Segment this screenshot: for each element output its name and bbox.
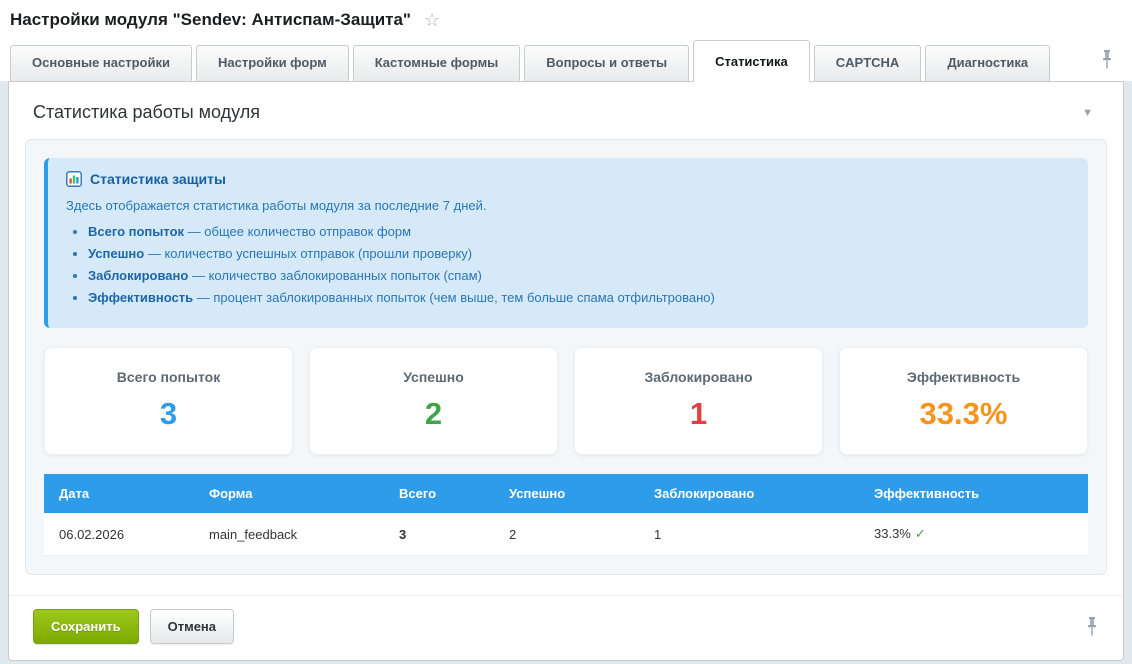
collapse-arrow-icon[interactable]: ▼	[1082, 107, 1099, 119]
pin-tabs-icon[interactable]	[1100, 49, 1122, 71]
bullet-success: Успешно — количество успешных отправок (…	[88, 246, 1070, 261]
info-box-title: Статистика защиты	[90, 171, 226, 187]
cell-total: 3	[384, 513, 494, 556]
check-icon: ✓	[915, 526, 926, 541]
card-total-attempts: Всего попыток 3	[44, 347, 293, 455]
form-body: Статистика работы модуля ▼ Статистика за…	[9, 82, 1123, 595]
bullet-efficiency: Эффективность — процент заблокированных …	[88, 290, 1070, 305]
header-success: Успешно	[494, 474, 639, 513]
pin-footer-icon[interactable]	[1085, 616, 1099, 638]
info-box: Статистика защиты Здесь отображается ста…	[44, 158, 1088, 328]
card-value-efficiency: 33.3%	[850, 398, 1077, 429]
header-total: Всего	[384, 474, 494, 513]
cell-success: 2	[494, 513, 639, 556]
tab-custom-forms[interactable]: Кастомные формы	[353, 45, 521, 81]
favorite-star-icon[interactable]: ☆	[424, 11, 440, 29]
form-footer: Сохранить Отмена	[9, 595, 1123, 660]
cell-date: 06.02.2026	[44, 513, 194, 556]
header-efficiency: Эффективность	[859, 474, 1088, 513]
section-header[interactable]: Статистика работы модуля ▼	[25, 94, 1107, 139]
header-date: Дата	[44, 474, 194, 513]
cancel-button[interactable]: Отмена	[150, 609, 234, 644]
top-bar: Настройки модуля "Sendev: Антиспам-Защит…	[0, 0, 1132, 81]
card-label: Заблокировано	[585, 369, 812, 385]
bullet-blocked: Заблокировано — количество заблокированн…	[88, 268, 1070, 283]
header-blocked: Заблокировано	[639, 474, 859, 513]
card-efficiency: Эффективность 33.3%	[839, 347, 1088, 455]
tabs-bar: Основные настройки Настройки форм Кастом…	[0, 38, 1132, 81]
cell-form: main_feedback	[194, 513, 384, 556]
tab-captcha[interactable]: CAPTCHA	[814, 45, 922, 81]
card-blocked: Заблокировано 1	[574, 347, 823, 455]
tab-diagnostics[interactable]: Диагностика	[925, 45, 1050, 81]
bullet-total: Всего попыток — общее количество отправо…	[88, 224, 1070, 239]
card-value-total: 3	[55, 398, 282, 429]
tab-form-settings[interactable]: Настройки форм	[196, 45, 349, 81]
cell-blocked: 1	[639, 513, 859, 556]
card-value-success: 2	[320, 398, 547, 429]
stat-cards-row: Всего попыток 3 Успешно 2 Заблокировано …	[44, 347, 1088, 455]
info-box-description: Здесь отображается статистика работы мод…	[66, 198, 1070, 213]
statistics-table: Дата Форма Всего Успешно Заблокировано Э…	[44, 474, 1088, 556]
cell-efficiency: 33.3%✓	[859, 513, 1088, 556]
section-title: Статистика работы модуля	[33, 102, 260, 123]
bar-chart-icon	[66, 171, 82, 187]
info-bullet-list: Всего попыток — общее количество отправо…	[66, 224, 1070, 305]
settings-form: Статистика работы модуля ▼ Статистика за…	[8, 81, 1124, 661]
table-header-row: Дата Форма Всего Успешно Заблокировано Э…	[44, 474, 1088, 513]
card-label: Успешно	[320, 369, 547, 385]
card-label: Эффективность	[850, 369, 1077, 385]
table-row: 06.02.2026 main_feedback 3 2 1 33.3%✓	[44, 513, 1088, 556]
tab-main-settings[interactable]: Основные настройки	[10, 45, 192, 81]
statistics-panel: Статистика защиты Здесь отображается ста…	[25, 139, 1107, 575]
title-row: Настройки модуля "Sendev: Антиспам-Защит…	[0, 0, 1132, 38]
page-title: Настройки модуля "Sendev: Антиспам-Защит…	[10, 10, 411, 30]
card-value-blocked: 1	[585, 398, 812, 429]
tab-statistics[interactable]: Статистика	[693, 40, 810, 82]
header-form: Форма	[194, 474, 384, 513]
card-success: Успешно 2	[309, 347, 558, 455]
card-label: Всего попыток	[55, 369, 282, 385]
save-button[interactable]: Сохранить	[33, 609, 139, 644]
tab-faq[interactable]: Вопросы и ответы	[524, 45, 689, 81]
